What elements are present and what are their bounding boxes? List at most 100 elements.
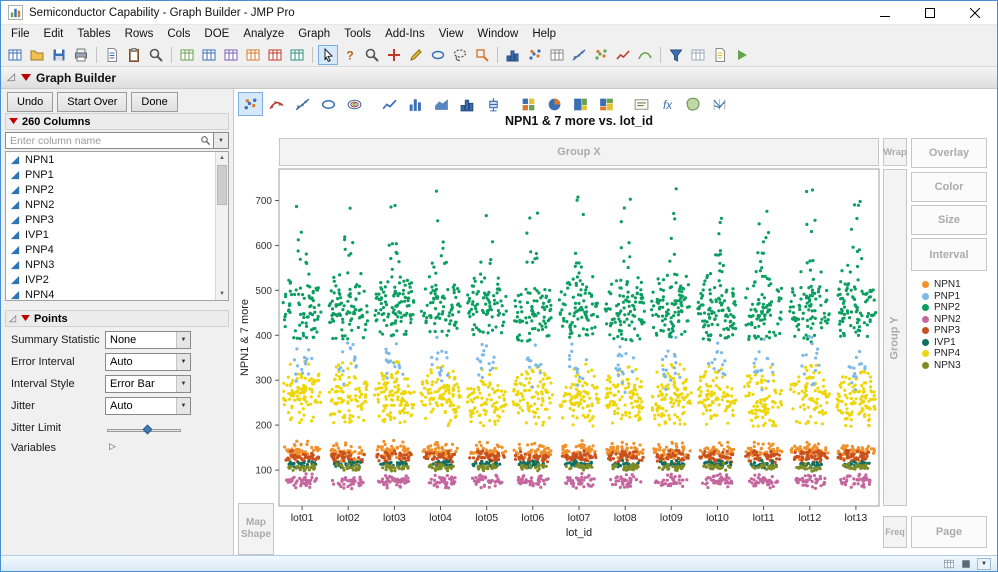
column-item-npn2[interactable]: NPN2: [6, 197, 215, 212]
summary-statistic-dropdown[interactable]: None▼: [105, 331, 191, 349]
legend-item-ivp1[interactable]: IVP1: [922, 337, 961, 349]
slider-thumb[interactable]: [143, 425, 153, 435]
crosshair-tool-icon[interactable]: [384, 45, 404, 65]
copy-icon[interactable]: [102, 45, 122, 65]
x-axis-label[interactable]: lot_id: [566, 527, 592, 539]
summary-table-icon[interactable]: [177, 45, 197, 65]
pie-element-icon[interactable]: [542, 92, 567, 116]
collapse-panel-icon[interactable]: [7, 73, 16, 82]
parallel-element-icon[interactable]: [707, 92, 732, 116]
legend-item-npn3[interactable]: NPN3: [922, 360, 961, 372]
menu-graph[interactable]: Graph: [291, 26, 337, 42]
column-item-pnp4[interactable]: PNP4: [6, 242, 215, 257]
legend-item-pnp2[interactable]: PNP2: [922, 302, 961, 314]
status-menu-dropdown[interactable]: ▼: [977, 558, 991, 570]
find-icon[interactable]: [146, 45, 166, 65]
scroll-up-icon[interactable]: ▲: [216, 152, 228, 164]
menu-window[interactable]: Window: [470, 26, 525, 42]
subset-table-icon[interactable]: [199, 45, 219, 65]
column-item-pnp1[interactable]: PNP1: [6, 167, 215, 182]
fit-y-by-x-icon[interactable]: [525, 45, 545, 65]
profiler-icon[interactable]: [635, 45, 655, 65]
contour-element-icon[interactable]: [342, 92, 367, 116]
map-shapes-element-icon[interactable]: [681, 92, 706, 116]
plot-area[interactable]: 100200300400500600700lot01lot02lot03lot0…: [234, 129, 997, 555]
column-item-npn1[interactable]: NPN1: [6, 152, 215, 167]
paste-icon[interactable]: [124, 45, 144, 65]
column-search-input[interactable]: [10, 135, 200, 147]
caption-box-element-icon[interactable]: [629, 92, 654, 116]
undo-button[interactable]: Undo: [7, 92, 53, 112]
join-table-icon[interactable]: [243, 45, 263, 65]
menu-cols[interactable]: Cols: [160, 26, 197, 42]
column-item-npn3[interactable]: NPN3: [6, 257, 215, 272]
journal-icon[interactable]: [710, 45, 730, 65]
control-chart-icon[interactable]: [613, 45, 633, 65]
sort-table-icon[interactable]: [221, 45, 241, 65]
column-search-menu-button[interactable]: ▼: [214, 132, 229, 149]
status-table-icon[interactable]: [943, 558, 955, 570]
column-switcher-icon[interactable]: [688, 45, 708, 65]
mosaic-element-icon[interactable]: [594, 92, 619, 116]
points-element-icon[interactable]: [238, 92, 263, 116]
transpose-table-icon[interactable]: [287, 45, 307, 65]
done-button[interactable]: Done: [131, 92, 177, 112]
save-icon[interactable]: [49, 45, 69, 65]
area-element-icon[interactable]: [429, 92, 454, 116]
minimize-button[interactable]: [862, 1, 907, 24]
error-interval-dropdown[interactable]: Auto▼: [105, 353, 191, 371]
graph-builder-icon[interactable]: [591, 45, 611, 65]
treemap-element-icon[interactable]: [568, 92, 593, 116]
line-of-fit-element-icon[interactable]: [290, 92, 315, 116]
legend-item-pnp3[interactable]: PNP3: [922, 325, 961, 337]
box-plot-element-icon[interactable]: [481, 92, 506, 116]
menu-rows[interactable]: Rows: [118, 26, 161, 42]
menu-help[interactable]: Help: [525, 26, 563, 42]
column-item-npn4[interactable]: NPN4: [6, 287, 215, 301]
fit-model-icon[interactable]: [569, 45, 589, 65]
menu-doe[interactable]: DOE: [197, 26, 236, 42]
column-item-ivp2[interactable]: IVP2: [6, 272, 215, 287]
heatmap-element-icon[interactable]: [516, 92, 541, 116]
ellipse-element-icon[interactable]: [316, 92, 341, 116]
scroll-down-icon[interactable]: ▼: [216, 288, 228, 300]
maximize-button[interactable]: [907, 1, 952, 24]
histogram-element-icon[interactable]: [455, 92, 480, 116]
interval-style-dropdown[interactable]: Error Bar▼: [105, 375, 191, 393]
run-script-icon[interactable]: [732, 45, 752, 65]
column-item-pnp3[interactable]: PNP3: [6, 212, 215, 227]
distribution-icon[interactable]: [503, 45, 523, 65]
menu-tools[interactable]: Tools: [337, 26, 378, 42]
status-selection-icon[interactable]: [960, 558, 972, 570]
legend-item-npn2[interactable]: NPN2: [922, 314, 961, 326]
column-list-scrollbar[interactable]: ▲ ▼: [215, 152, 228, 300]
open-icon[interactable]: [27, 45, 47, 65]
legend-item-pnp4[interactable]: PNP4: [922, 348, 961, 360]
close-button[interactable]: [952, 1, 997, 24]
red-triangle-menu-icon[interactable]: [21, 315, 30, 322]
menu-analyze[interactable]: Analyze: [236, 26, 291, 42]
arrow-tool-icon[interactable]: [318, 45, 338, 65]
menu-tables[interactable]: Tables: [70, 26, 117, 42]
jitter-dropdown[interactable]: Auto▼: [105, 397, 191, 415]
menu-file[interactable]: File: [4, 26, 37, 42]
data-filter-icon[interactable]: [666, 45, 686, 65]
annotate-tool-icon[interactable]: [406, 45, 426, 65]
points-panel-header[interactable]: Points: [5, 310, 229, 327]
zoom-tool-icon[interactable]: [362, 45, 382, 65]
jitter-limit-slider[interactable]: [107, 426, 181, 436]
polygon-tool-icon[interactable]: [428, 45, 448, 65]
legend-item-npn1[interactable]: NPN1: [922, 279, 961, 291]
menu-add-ins[interactable]: Add-Ins: [378, 26, 432, 42]
tabulate-icon[interactable]: [547, 45, 567, 65]
line-element-icon[interactable]: [377, 92, 402, 116]
column-item-pnp2[interactable]: PNP2: [6, 182, 215, 197]
print-icon[interactable]: [71, 45, 91, 65]
start-over-button[interactable]: Start Over: [57, 92, 127, 112]
red-triangle-menu-icon[interactable]: [9, 118, 18, 125]
formula-element-icon[interactable]: fx: [655, 92, 680, 116]
menu-edit[interactable]: Edit: [37, 26, 71, 42]
legend-item-pnp1[interactable]: PNP1: [922, 291, 961, 303]
help-tool-icon[interactable]: ?: [340, 45, 360, 65]
expand-variables-icon[interactable]: ▷: [109, 441, 116, 452]
